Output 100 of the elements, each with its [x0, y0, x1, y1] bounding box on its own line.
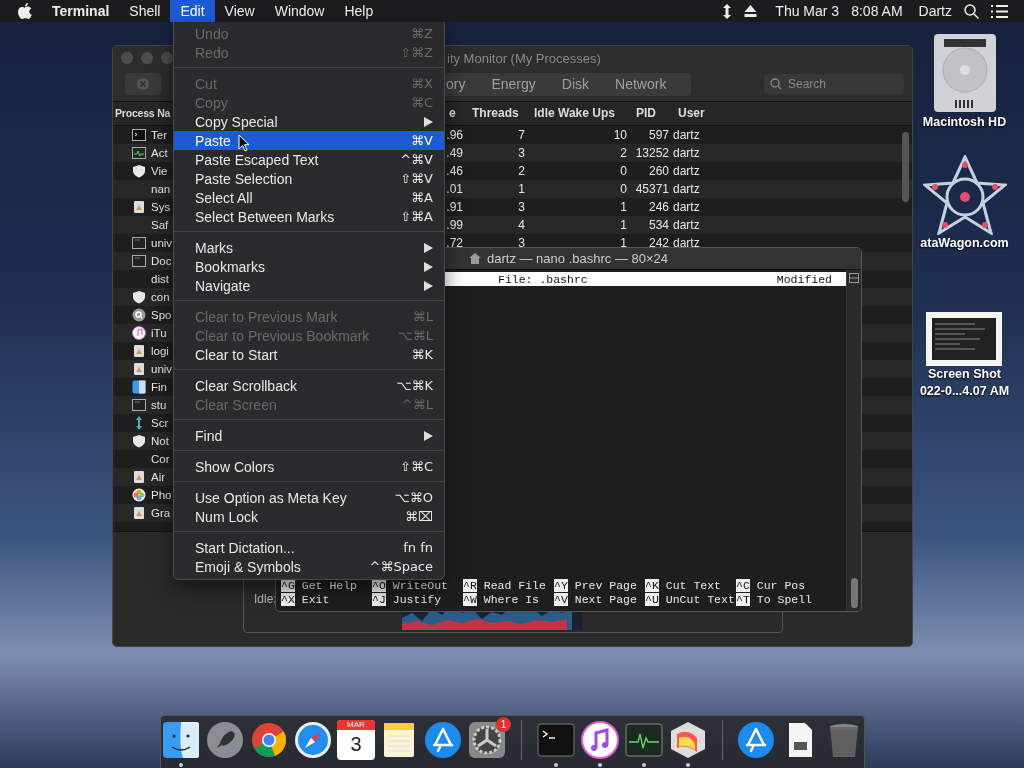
eject-icon[interactable] [744, 5, 758, 17]
star-logo-icon[interactable] [922, 155, 1007, 235]
menu-item[interactable]: Start Dictation... fn fn [174, 538, 444, 557]
apple-logo-icon[interactable] [18, 3, 32, 19]
process-name: Pho [151, 488, 172, 503]
table-cell-text: dartz [673, 199, 701, 216]
scrollbar-thumb[interactable] [902, 132, 909, 202]
menu-item[interactable]: Clear to Start ⌘K [174, 345, 444, 364]
tab[interactable]: Disk [548, 76, 603, 92]
process-name: dist [151, 272, 169, 287]
screenshot-thumbnail-icon[interactable] [926, 312, 1003, 366]
menu-item[interactable]: Paste Escaped Text ^⌘V [174, 150, 444, 169]
shortcut-key: ^W [463, 593, 477, 606]
table-cell-text: dartz [673, 127, 701, 144]
desktop-icon-label[interactable]: Macintosh HD [922, 114, 1007, 131]
menu-item[interactable]: Num Lock ⌘⌧ [174, 507, 444, 526]
shortcut-key: ^Y [554, 579, 568, 592]
menu-bar-item[interactable]: Help [334, 0, 384, 22]
user-name[interactable]: Dartz [918, 3, 952, 19]
column-header[interactable]: PID [631, 102, 673, 125]
up-down-arrow-icon[interactable] [722, 3, 733, 19]
shortcut-label: Exit [301, 593, 330, 606]
menu-item[interactable]: Bookmarks [174, 257, 444, 276]
app-store-icon[interactable] [736, 720, 776, 760]
process-name: Gra [151, 506, 171, 521]
chrome-icon[interactable] [249, 720, 289, 760]
menu-bar-item[interactable]: Edit [170, 0, 215, 22]
app-store-icon[interactable] [423, 720, 463, 760]
process-name: Scr [151, 416, 169, 431]
menu-item[interactable]: Find [174, 426, 444, 445]
list-icon[interactable] [991, 4, 1008, 18]
process-name: con [151, 290, 170, 305]
desktop-icon-label[interactable]: Screen Shot [928, 366, 1001, 383]
menu-item[interactable]: Paste Selection ⇧⌘V [174, 169, 444, 188]
shortcut-label: To Spell [756, 593, 813, 606]
search-field[interactable]: Search [764, 74, 904, 94]
column-header[interactable]: e [444, 102, 467, 125]
app-icon [132, 506, 146, 520]
menu-item[interactable]: Marks [174, 238, 444, 257]
process-name: Doc [151, 254, 172, 269]
table-cell-text: 1 [619, 217, 628, 234]
shortcut-key: ^V [554, 593, 568, 606]
column-header[interactable]: User [673, 102, 761, 125]
table-cell-text: .01 [445, 181, 464, 198]
table-cell-text: .91 [445, 199, 464, 216]
menu-bar-item[interactable]: Terminal [42, 0, 120, 22]
menu-item[interactable]: Paste ⌘V [174, 131, 444, 150]
shortcut-key: ^K [645, 579, 659, 592]
table-cell-text: .72 [445, 235, 464, 252]
process-name: nan [151, 182, 171, 197]
table-cell-text: dartz [673, 145, 701, 162]
process-name: Ter [151, 128, 167, 143]
menu-item[interactable]: Navigate [174, 276, 444, 295]
table-cell-text: dartz [673, 163, 701, 180]
app-icon [132, 470, 146, 484]
terminal-icon[interactable] [535, 720, 576, 760]
shortcut-label: Get Help [301, 579, 358, 592]
split-pane-icon[interactable] [849, 273, 859, 283]
menu-bar-item[interactable]: Shell [119, 0, 171, 22]
menu-bar-item[interactable]: View [214, 0, 265, 22]
table-cell-text: 1 [619, 199, 628, 216]
app-icon [132, 362, 146, 376]
notification-badge: 1 [496, 717, 511, 732]
menu-item[interactable]: Clear Scrollback ⌥⌘K [174, 376, 444, 395]
menu-item[interactable]: Copy Special [174, 112, 444, 131]
monitor-icon[interactable] [623, 720, 664, 760]
mouse-pointer-icon [238, 134, 250, 152]
finder-icon[interactable] [161, 720, 201, 760]
menu-item[interactable]: Select All ⌘A [174, 188, 444, 207]
calendar-icon[interactable]: MAR 3 [337, 720, 375, 760]
menu-item[interactable]: Use Option as Meta Key ⌥⌘O [174, 488, 444, 507]
table-cell-text: 1 [517, 181, 526, 198]
column-header[interactable]: Idle Wake Ups [529, 102, 631, 125]
gear-icon[interactable] [467, 720, 507, 760]
table-cell-text: .49 [445, 145, 464, 162]
table-cell-text: 2 [619, 145, 628, 162]
process-name: Sys [151, 200, 171, 215]
scrollbar-thumb[interactable] [850, 578, 858, 608]
shortcut-label: Where Is [483, 593, 540, 606]
compass-icon[interactable] [293, 720, 333, 760]
tab[interactable]: Energy [478, 76, 549, 92]
menu-bar-item[interactable]: Window [264, 0, 335, 22]
tab[interactable]: Network [602, 76, 680, 92]
search-icon [132, 308, 146, 322]
desktop-icon-label[interactable]: 022-0...4.07 AM [919, 383, 1010, 400]
app-icon [132, 344, 146, 358]
menu-bar-date[interactable]: Thu Mar 3 [775, 3, 840, 19]
menu-item[interactable]: Emoji & Symbols ^⌘Space [174, 557, 444, 576]
search-icon[interactable] [964, 3, 979, 19]
table-cell-text: 45371 [634, 181, 670, 198]
submenu-arrow-icon [424, 116, 433, 127]
menu-item[interactable]: Select Between Marks ⇧⌘A [174, 207, 444, 226]
menu-bar-time[interactable]: 8:08 AM [851, 3, 903, 19]
table-cell-text: .96 [445, 127, 464, 144]
column-header[interactable]: Threads [467, 102, 529, 125]
table-cell-text: 260 [647, 163, 670, 180]
menu-item[interactable]: Show Colors ⇧⌘C [174, 457, 444, 476]
shield-icon [132, 434, 146, 448]
desktop-icon-label[interactable]: ataWagon.com [920, 235, 1009, 252]
table-cell-text: 0 [619, 163, 628, 180]
